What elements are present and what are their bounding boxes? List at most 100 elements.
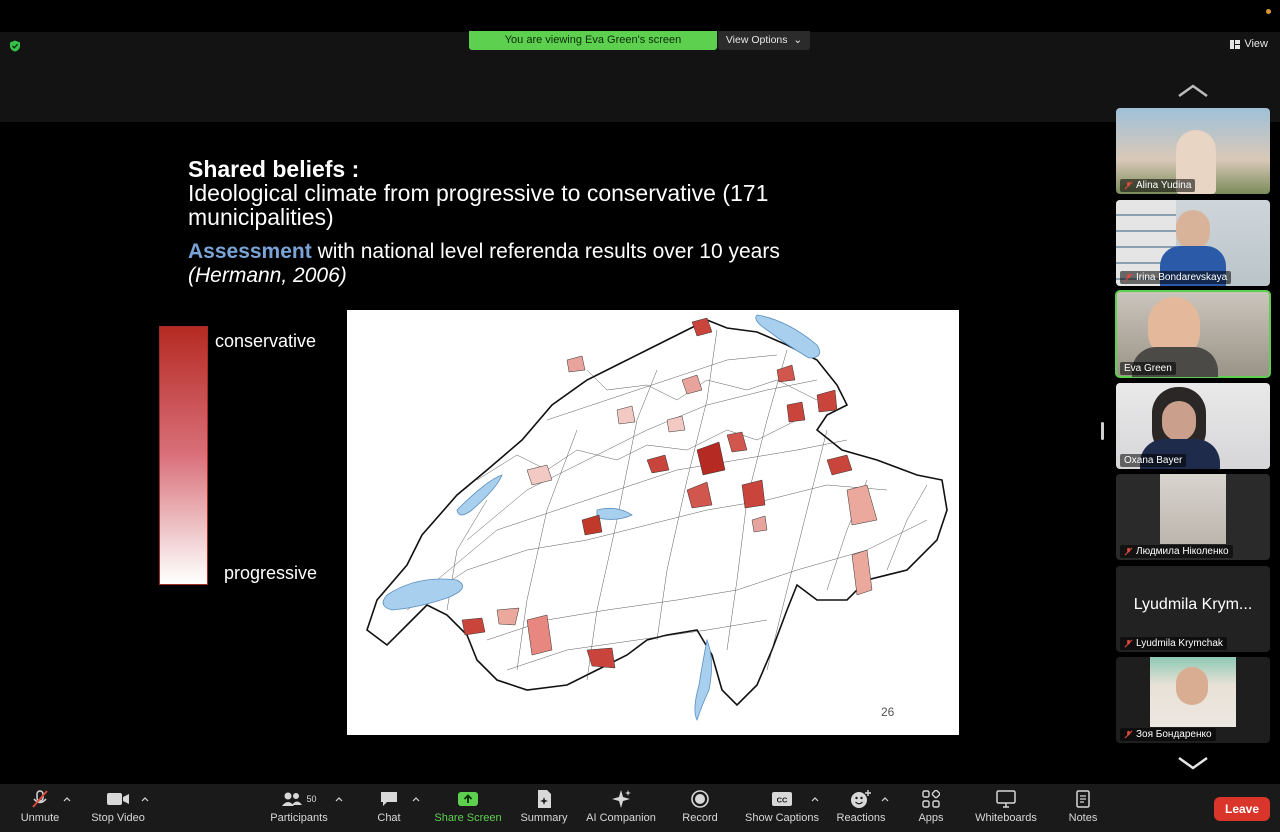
participant-tile[interactable]: Oxana Bayer: [1116, 383, 1270, 469]
summary-label: Summary: [520, 812, 568, 824]
chevron-up-icon[interactable]: [335, 796, 343, 802]
reactions-label: Reactions: [836, 812, 886, 824]
sparkle-icon: [612, 790, 631, 808]
chat-icon: [381, 792, 397, 806]
participants-icon: [282, 792, 303, 806]
video-camera-icon: [107, 793, 129, 805]
top-bar: [0, 0, 1280, 32]
smiley-icon: [851, 790, 871, 808]
summary-button[interactable]: Summary: [518, 788, 570, 828]
assessment-text: with national level referenda results ov…: [311, 240, 780, 263]
notes-button[interactable]: Notes: [1064, 788, 1102, 828]
show-captions-button[interactable]: CC Show Captions: [742, 788, 822, 828]
stop-video-button[interactable]: Stop Video: [88, 788, 148, 828]
slide-citation: (Hermann, 2006): [188, 264, 347, 287]
chevron-up-icon[interactable]: [881, 796, 889, 802]
mic-muted-icon: [32, 790, 48, 808]
ai-companion-button[interactable]: AI Companion: [584, 788, 658, 828]
chevron-up-icon[interactable]: [1177, 84, 1209, 98]
participant-name-tag: Lyudmila Krymchak: [1120, 637, 1227, 650]
view-options-button[interactable]: View Options ⌄: [718, 31, 810, 50]
participant-tile[interactable]: Alina Yudina: [1116, 108, 1270, 194]
summary-icon: [538, 790, 551, 808]
participants-count: 50: [306, 794, 317, 804]
mic-muted-icon: [1124, 181, 1133, 190]
whiteboards-label: Whiteboards: [975, 812, 1037, 824]
chevron-down-icon: ⌄: [790, 34, 803, 46]
mic-muted-icon: [1124, 639, 1133, 648]
legend-label-progressive: progressive: [224, 563, 318, 583]
record-icon: [691, 790, 709, 808]
participant-name: Irina Bondarevskaya: [1136, 272, 1228, 283]
participant-name: Зоя Бондаренко: [1136, 729, 1212, 740]
participant-name-placeholder: Lyudmila Krym...: [1133, 596, 1253, 613]
notes-label: Notes: [1068, 812, 1098, 824]
viewing-banner: You are viewing Eva Green's screen: [469, 31, 717, 50]
chevron-down-icon[interactable]: [1177, 756, 1209, 770]
participant-tile[interactable]: Irina Bondarevskaya: [1116, 200, 1270, 286]
apps-button[interactable]: Apps: [914, 788, 948, 828]
svg-text:CC: CC: [777, 796, 788, 805]
slide-assessment: Assessment with national level referenda…: [188, 240, 780, 264]
whiteboards-button[interactable]: Whiteboards: [970, 788, 1042, 828]
whiteboard-icon: [996, 790, 1016, 808]
participant-tile[interactable]: Lyudmila Krym... Lyudmila Krymchak: [1116, 566, 1270, 652]
reactions-button[interactable]: Reactions: [834, 788, 888, 828]
chevron-up-icon[interactable]: [811, 796, 819, 802]
participants-label: Participants: [270, 812, 328, 824]
ai-companion-label: AI Companion: [586, 812, 656, 824]
chevron-up-icon[interactable]: [141, 796, 149, 802]
chat-label: Chat: [377, 812, 401, 824]
participant-name: Oxana Bayer: [1124, 455, 1183, 466]
participants-button[interactable]: 50 Participants: [268, 788, 330, 828]
apps-icon: [922, 790, 940, 808]
participant-name-tag: Oxana Bayer: [1120, 454, 1187, 467]
share-screen-button[interactable]: Share Screen: [433, 788, 503, 828]
participant-name-tag: Зоя Бондаренко: [1120, 728, 1216, 741]
stop-video-label: Stop Video: [91, 812, 145, 824]
chevron-up-icon[interactable]: [412, 796, 420, 802]
participant-name: Lyudmila Krymchak: [1136, 638, 1223, 649]
assessment-highlight: Assessment: [188, 240, 312, 263]
mic-muted-icon: [1124, 547, 1133, 556]
share-screen-icon: [458, 792, 478, 806]
grid-icon: [1230, 39, 1241, 49]
slide-subtitle: Ideological climate from progressive to …: [188, 180, 769, 230]
view-options-label: View Options: [725, 34, 788, 46]
slide-page-number: 26: [881, 705, 895, 719]
participant-name-tag: Alina Yudina: [1120, 179, 1196, 192]
slide-title: Shared beliefs :: [188, 156, 360, 182]
unmute-button[interactable]: Unmute: [14, 788, 66, 828]
participant-name: Eva Green: [1124, 363, 1172, 374]
share-screen-label: Share Screen: [434, 812, 502, 824]
participant-name-tag: Eva Green: [1120, 362, 1176, 375]
participant-video: [1160, 474, 1226, 544]
participant-tile[interactable]: Людмила Ніколенко: [1116, 474, 1270, 560]
record-label: Record: [682, 812, 718, 824]
participant-name-tag: Irina Bondarevskaya: [1120, 271, 1232, 284]
mic-muted-icon: [1124, 273, 1133, 282]
participant-name: Людмила Ніколенко: [1136, 546, 1229, 557]
color-scale-legend: [159, 326, 208, 585]
apps-label: Apps: [918, 812, 944, 824]
chevron-up-icon[interactable]: [63, 796, 71, 802]
participant-face: [1176, 667, 1208, 705]
mic-muted-icon: [1124, 730, 1133, 739]
participant-tile[interactable]: Зоя Бондаренко: [1116, 657, 1270, 743]
record-button[interactable]: Record: [678, 788, 722, 828]
participant-tile-active[interactable]: Eva Green: [1115, 290, 1271, 378]
unmute-label: Unmute: [20, 812, 60, 824]
legend-label-conservative: conservative: [215, 331, 317, 351]
participant-name-tag: Людмила Ніколенко: [1120, 545, 1233, 558]
leave-button[interactable]: Leave: [1214, 797, 1270, 821]
notes-icon: [1076, 790, 1090, 808]
status-dot: [1266, 9, 1271, 14]
show-captions-label: Show Captions: [745, 812, 819, 824]
view-label: View: [1244, 38, 1268, 50]
chat-button[interactable]: Chat: [372, 788, 406, 828]
view-button[interactable]: View: [1230, 38, 1268, 50]
gallery-resize-handle[interactable]: [1101, 422, 1104, 440]
participant-name: Alina Yudina: [1136, 180, 1192, 191]
shield-icon[interactable]: [9, 40, 21, 52]
switzerland-map: [347, 310, 959, 735]
